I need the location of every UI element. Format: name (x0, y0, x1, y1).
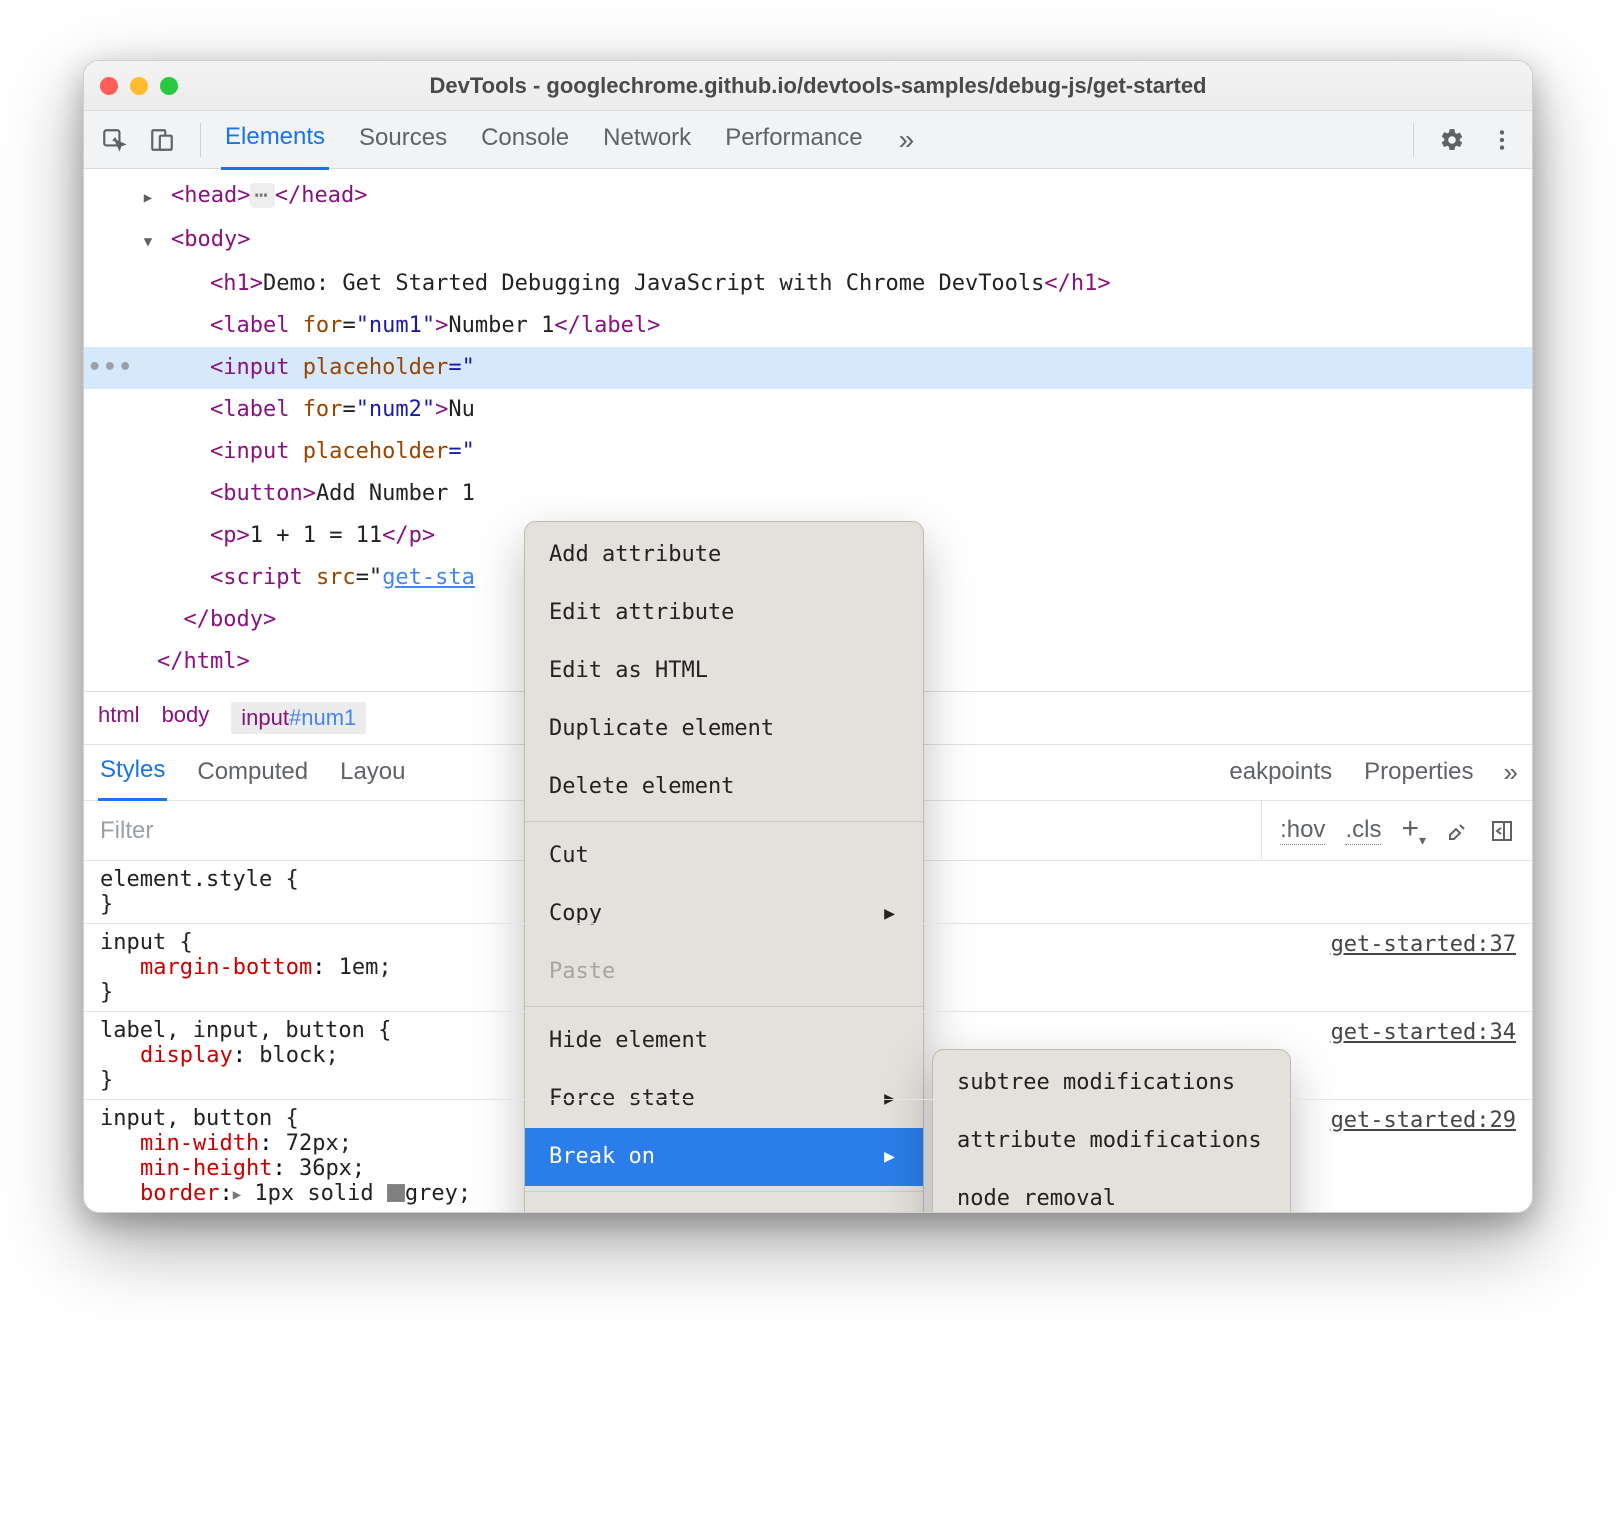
rule-element-style[interactable]: element.style { } (84, 861, 1532, 923)
dom-node-label1[interactable]: <label for="num1">Number 1</label> (84, 305, 1532, 347)
hov-toggle[interactable]: :hov (1280, 816, 1325, 845)
crumb-input[interactable]: input#num1 (231, 702, 366, 734)
kebab-menu-icon[interactable] (1484, 122, 1520, 158)
color-swatch-icon[interactable] (387, 1184, 405, 1202)
rule-input-button[interactable]: get-started:29 input, button { min-width… (84, 1099, 1532, 1212)
inspect-icon[interactable] (96, 122, 132, 158)
subtab-computed[interactable]: Computed (195, 746, 310, 800)
main-toolbar: Elements Sources Console Network Perform… (84, 111, 1532, 169)
dom-node-input1-selected[interactable]: ••• <input placeholder=" (84, 347, 1532, 389)
menu-add-attribute[interactable]: Add attribute (525, 526, 923, 584)
minimize-window-button[interactable] (130, 77, 148, 95)
menu-separator (525, 821, 923, 822)
menu-duplicate-element[interactable]: Duplicate element (525, 700, 923, 758)
divider (1413, 123, 1414, 157)
source-link[interactable]: get-started:34 (1331, 1020, 1516, 1045)
tab-elements[interactable]: Elements (221, 111, 329, 170)
window-title: DevTools - googlechrome.github.io/devtoo… (190, 73, 1516, 99)
styles-rules: element.style { } get-started:37 input {… (84, 861, 1532, 1212)
dom-node-head[interactable]: ▶ <head>⋯</head> (84, 175, 1532, 219)
subtab-properties[interactable]: Properties (1362, 746, 1475, 800)
dom-node-label2[interactable]: <label for="num2">Nu (84, 389, 1532, 431)
tab-sources[interactable]: Sources (355, 112, 451, 168)
dom-node-button[interactable]: <button>Add Number 1 (84, 473, 1532, 515)
settings-icon[interactable] (1434, 122, 1470, 158)
cls-toggle[interactable]: .cls (1345, 816, 1381, 845)
dom-node-input2[interactable]: <input placeholder=" (84, 431, 1532, 473)
ellipsis-icon[interactable]: ••• (88, 347, 134, 389)
source-link[interactable]: get-started:37 (1331, 932, 1516, 957)
subtab-breakpoints-partial[interactable]: eakpoints (1227, 746, 1334, 800)
menu-delete-element[interactable]: Delete element (525, 758, 923, 816)
maximize-window-button[interactable] (160, 77, 178, 95)
traffic-lights (100, 77, 178, 95)
styles-tools: :hov .cls +▾ (1262, 812, 1532, 849)
brush-icon[interactable] (1446, 819, 1470, 843)
close-window-button[interactable] (100, 77, 118, 95)
menu-edit-as-html[interactable]: Edit as HTML (525, 642, 923, 700)
crumb-body[interactable]: body (162, 702, 210, 734)
dom-node-h1[interactable]: <h1>Demo: Get Started Debugging JavaScri… (84, 263, 1532, 305)
menu-edit-attribute[interactable]: Edit attribute (525, 584, 923, 642)
computed-panel-icon[interactable] (1490, 819, 1514, 843)
device-toggle-icon[interactable] (144, 122, 180, 158)
dom-node-body[interactable]: ▼ <body> (84, 219, 1532, 263)
toolbar-right (1434, 122, 1520, 158)
subtab-styles[interactable]: Styles (98, 744, 167, 801)
subtab-layout[interactable]: Layou (338, 746, 407, 800)
more-tabs-icon[interactable]: » (893, 124, 921, 156)
divider (200, 123, 201, 157)
new-rule-icon[interactable]: +▾ (1401, 812, 1426, 849)
tab-network[interactable]: Network (599, 112, 695, 168)
more-subtabs-icon[interactable]: » (1504, 757, 1518, 788)
rule-label-input-button[interactable]: get-started:34 label, input, button { di… (84, 1011, 1532, 1099)
titlebar: DevTools - googlechrome.github.io/devtoo… (84, 61, 1532, 111)
devtools-window: DevTools - googlechrome.github.io/devtoo… (83, 60, 1533, 1213)
crumb-html[interactable]: html (98, 702, 140, 734)
rule-input[interactable]: get-started:37 input { margin-bottom: 1e… (84, 923, 1532, 1011)
tab-performance[interactable]: Performance (721, 112, 866, 168)
main-tabs: Elements Sources Console Network Perform… (221, 111, 1393, 169)
dom-tree[interactable]: ▶ <head>⋯</head> ▼ <body> <h1>Demo: Get … (84, 169, 1532, 691)
tab-console[interactable]: Console (477, 112, 573, 168)
source-link[interactable]: get-started:29 (1331, 1108, 1516, 1133)
